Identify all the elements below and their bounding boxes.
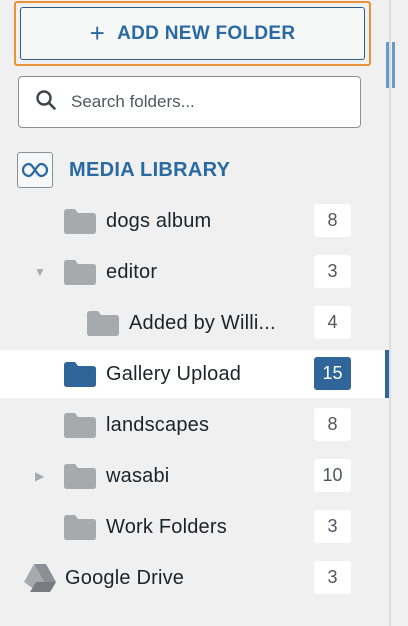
folder-count-badge: 3 <box>314 510 351 543</box>
google-drive-item[interactable]: Google Drive 3 <box>0 554 385 602</box>
folder-item-landscapes[interactable]: landscapes 8 <box>0 401 385 449</box>
folder-sidebar: + ADD NEW FOLDER MEDIA LIBRARY dogs albu… <box>0 0 391 626</box>
search-box <box>18 76 361 128</box>
folder-label: Added by Willi... <box>129 311 276 334</box>
folder-label: Gallery Upload <box>106 362 242 385</box>
folder-icon <box>64 464 96 494</box>
folder-count-badge: 3 <box>314 255 351 288</box>
folder-item-gallery-upload[interactable]: Gallery Upload 15 <box>0 350 391 398</box>
folder-count-badge: 8 <box>314 204 351 237</box>
add-folder-focus-ring: + ADD NEW FOLDER <box>14 1 371 66</box>
google-drive-icon <box>24 564 56 597</box>
expand-arrow-icon[interactable]: ▶ <box>35 469 44 483</box>
resize-handle[interactable] <box>382 42 398 88</box>
folder-item-dogs-album[interactable]: dogs album 8 <box>0 197 385 245</box>
folder-item-work-folders[interactable]: Work Folders 3 <box>0 503 385 551</box>
folder-icon <box>64 413 96 443</box>
add-new-folder-label: ADD NEW FOLDER <box>117 22 296 44</box>
folder-label: landscapes <box>106 413 210 436</box>
folder-label: wasabi <box>106 464 170 487</box>
search-icon <box>35 89 57 116</box>
add-new-folder-button[interactable]: + ADD NEW FOLDER <box>20 7 365 60</box>
folder-icon <box>64 209 96 239</box>
folder-label: dogs album <box>106 209 212 232</box>
folder-item-added-by-william[interactable]: Added by Willi... 4 <box>0 299 385 347</box>
google-drive-count-badge: 3 <box>314 561 351 594</box>
media-library-title: MEDIA LIBRARY <box>69 158 231 181</box>
folder-label: editor <box>106 260 158 283</box>
folder-count-badge: 8 <box>314 408 351 441</box>
folder-icon <box>64 260 96 290</box>
expand-arrow-icon[interactable]: ▼ <box>34 265 46 279</box>
media-library-icon <box>17 152 53 188</box>
search-input[interactable] <box>71 92 360 112</box>
media-library-header[interactable]: MEDIA LIBRARY <box>17 152 230 188</box>
plus-icon: + <box>89 17 106 48</box>
folder-count-badge: 4 <box>314 306 351 339</box>
folder-item-editor[interactable]: ▼ editor 3 <box>0 248 385 296</box>
folder-icon <box>87 311 119 341</box>
folder-item-wasabi[interactable]: ▶ wasabi 10 <box>0 452 385 500</box>
folder-label: Work Folders <box>106 515 227 538</box>
sidebar-divider <box>389 0 391 626</box>
google-drive-label: Google Drive <box>65 566 185 589</box>
folder-icon <box>64 515 96 545</box>
folder-count-badge: 10 <box>314 459 351 492</box>
folder-count-badge: 15 <box>314 357 351 390</box>
folder-icon <box>64 362 96 392</box>
